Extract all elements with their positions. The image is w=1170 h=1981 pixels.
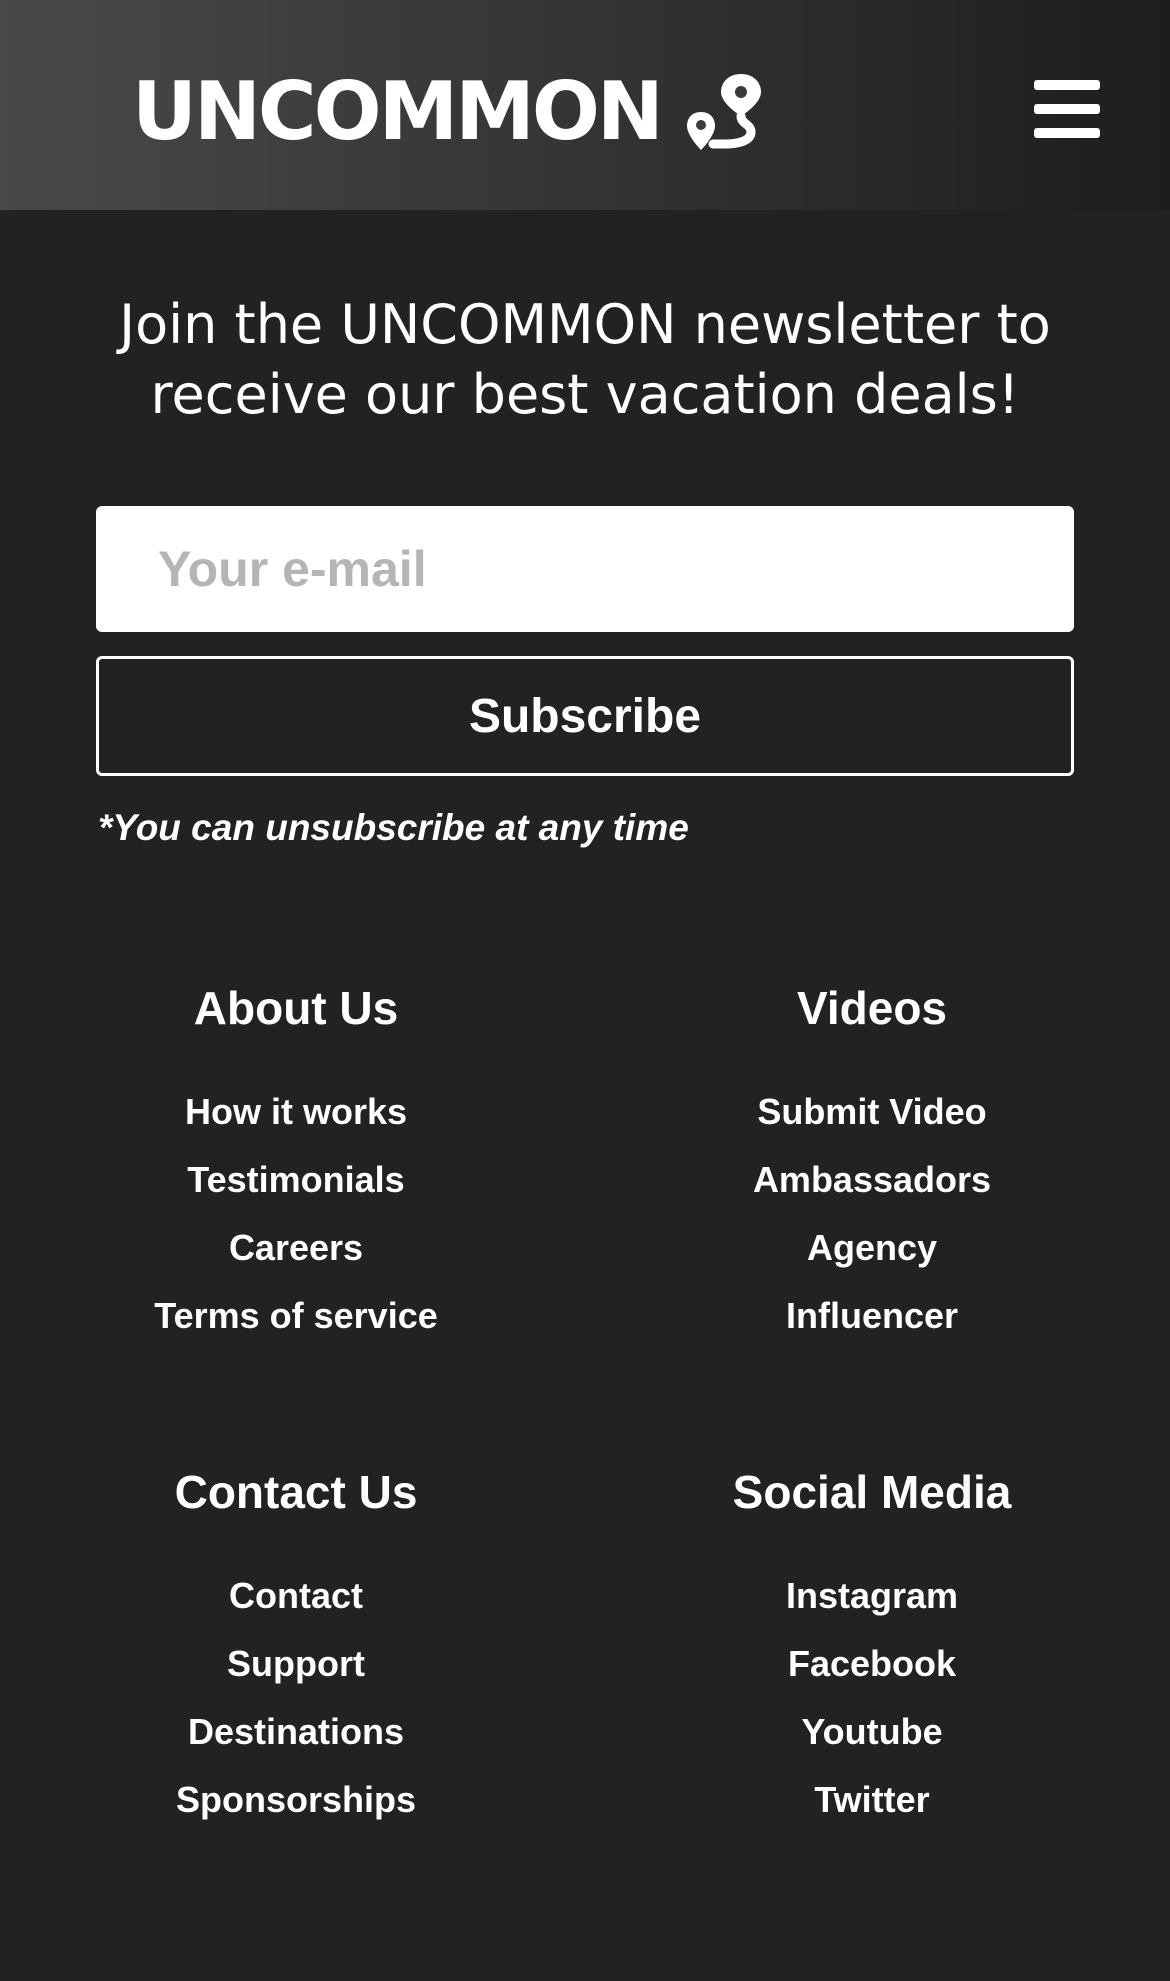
footer-social-links: Instagram Facebook Youtube Twitter: [652, 1562, 1092, 1834]
footer-link-contact[interactable]: Contact: [76, 1562, 516, 1630]
subscribe-button[interactable]: Subscribe: [96, 656, 1074, 776]
menu-bar: [1034, 80, 1100, 90]
newsletter-heading: Join the UNCOMMON newsletter to receive …: [119, 293, 1051, 426]
footer-about-links: How it works Testimonials Careers Terms …: [76, 1078, 516, 1350]
footer-link-instagram[interactable]: Instagram: [652, 1562, 1092, 1630]
email-field[interactable]: [96, 506, 1074, 632]
footer-link-careers[interactable]: Careers: [76, 1214, 516, 1282]
page: UNCOMMON Join the UNCOMMON newsletter to…: [0, 0, 1170, 1981]
footer-link-youtube[interactable]: Youtube: [652, 1698, 1092, 1766]
menu-bar: [1034, 128, 1100, 138]
footer-link-submit-video[interactable]: Submit Video: [652, 1078, 1092, 1146]
footer-link-facebook[interactable]: Facebook: [652, 1630, 1092, 1698]
footer-link-twitter[interactable]: Twitter: [652, 1766, 1092, 1834]
footer-link-influencer[interactable]: Influencer: [652, 1282, 1092, 1350]
footer-social-section: Social Media Instagram Facebook Youtube …: [652, 1460, 1092, 1834]
footer-link-how-it-works[interactable]: How it works: [76, 1078, 516, 1146]
footer-contact-section: Contact Us Contact Support Destinations …: [76, 1460, 516, 1834]
footer-link-sponsorships[interactable]: Sponsorships: [76, 1766, 516, 1834]
footer-about-section: About Us How it works Testimonials Caree…: [76, 976, 516, 1350]
menu-bar: [1034, 104, 1100, 114]
footer-link-terms-of-service[interactable]: Terms of service: [76, 1282, 516, 1350]
brand-name: UNCOMMON: [132, 65, 664, 158]
footer-videos-section: Videos Submit Video Ambassadors Agency I…: [652, 976, 1092, 1350]
footer-link-support[interactable]: Support: [76, 1630, 516, 1698]
footer-link-ambassadors[interactable]: Ambassadors: [652, 1146, 1092, 1214]
hamburger-menu-icon[interactable]: [1030, 78, 1102, 142]
route-pin-icon: [686, 74, 761, 150]
footer-link-testimonials[interactable]: Testimonials: [76, 1146, 516, 1214]
unsubscribe-note: *You can unsubscribe at any time: [98, 807, 689, 848]
brand-logo-link[interactable]: UNCOMMON: [132, 62, 765, 162]
footer-social-heading: Social Media: [732, 1466, 1012, 1518]
footer-link-agency[interactable]: Agency: [652, 1214, 1092, 1282]
footer-contact-heading: Contact Us: [174, 1466, 418, 1518]
footer-about-heading: About Us: [193, 982, 399, 1034]
footer-contact-links: Contact Support Destinations Sponsorship…: [76, 1562, 516, 1834]
footer-videos-heading: Videos: [797, 982, 947, 1034]
footer-videos-links: Submit Video Ambassadors Agency Influenc…: [652, 1078, 1092, 1350]
footer-link-destinations[interactable]: Destinations: [76, 1698, 516, 1766]
site-header: UNCOMMON: [0, 0, 1170, 210]
